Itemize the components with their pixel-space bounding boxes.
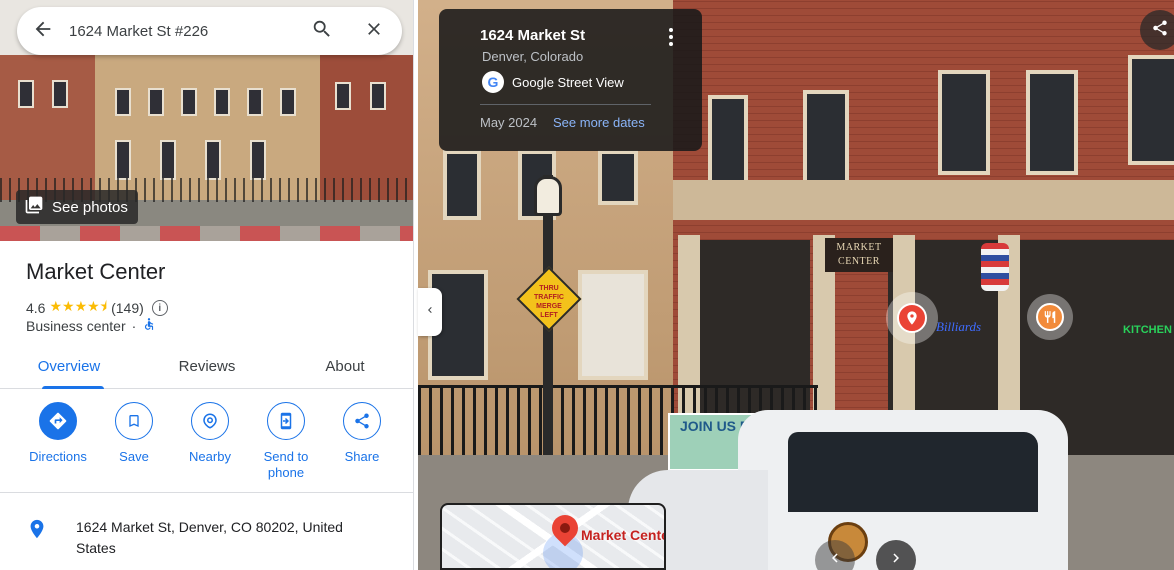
location-pin-icon: [897, 303, 927, 333]
send-to-phone-label: Send to phone: [263, 449, 309, 480]
sv-lantern: [981, 243, 1009, 291]
bookmark-icon: [115, 402, 153, 440]
directions-label: Directions: [29, 449, 87, 464]
sv-billiards-sign: Billiards: [936, 319, 982, 334]
section-divider: [0, 492, 413, 493]
sv-lamp: [534, 176, 562, 216]
hero-crosswalk: [0, 226, 413, 241]
chevron-left-icon: [424, 303, 436, 321]
sv-kitchen-sign: KITCHEN: [1123, 324, 1172, 336]
hero-window: [52, 80, 68, 108]
google-logo-icon: G: [482, 71, 504, 93]
sv-card-title: 1624 Market St: [480, 27, 586, 44]
action-buttons: Directions Save Nearby Send to phone Sha…: [20, 402, 400, 481]
hero-window: [115, 88, 131, 116]
arrow-left-icon: [32, 18, 54, 45]
info-icon[interactable]: i: [151, 300, 168, 316]
place-title: Market Center: [26, 259, 166, 284]
source-label: Google Street View: [512, 74, 624, 90]
street-view-minimap[interactable]: Market Cente: [440, 503, 666, 570]
see-photos-label: See photos: [52, 198, 128, 216]
category-row: Business center ·: [26, 317, 156, 334]
google-street-view-source: G Google Street View: [482, 71, 624, 93]
restaurant-marker[interactable]: [1027, 294, 1073, 340]
rating-value: 4.6: [26, 300, 46, 316]
save-label: Save: [119, 449, 149, 464]
back-button[interactable]: [17, 7, 69, 55]
tab-reviews[interactable]: Reviews: [138, 345, 276, 388]
share-button[interactable]: Share: [324, 402, 400, 481]
hero-window: [181, 88, 197, 116]
share-icon: [343, 402, 381, 440]
sv-market-center-sign-text: MARKET CENTER: [836, 242, 882, 267]
chevron-right-icon: [887, 549, 905, 570]
hero-window: [280, 88, 296, 116]
place-category[interactable]: Business center: [26, 318, 126, 334]
save-button[interactable]: Save: [96, 402, 172, 481]
see-photos-button[interactable]: See photos: [16, 190, 138, 224]
location-pin-icon: [26, 518, 48, 559]
hero-window: [247, 88, 263, 116]
photo-library-icon: [24, 195, 44, 219]
see-more-dates-link[interactable]: See more dates: [553, 115, 645, 130]
nearby-icon: [191, 402, 229, 440]
sv-window: [938, 70, 990, 175]
sv-cornice: [673, 180, 1174, 220]
category-separator: ·: [131, 317, 137, 334]
sv-storefront: [578, 270, 648, 380]
hero-window: [18, 80, 34, 108]
send-to-phone-icon: [267, 402, 305, 440]
place-marker[interactable]: [886, 292, 938, 344]
nearby-label: Nearby: [189, 449, 231, 464]
directions-button[interactable]: Directions: [20, 402, 96, 481]
hero-storefront: [115, 140, 131, 180]
collapse-panel-button[interactable]: [418, 288, 442, 336]
share-label: Share: [344, 449, 380, 464]
review-count[interactable]: (149): [111, 300, 144, 316]
close-icon: [364, 19, 384, 44]
address-text: 1624 Market St, Denver, CO 80202, United…: [76, 519, 343, 556]
hero-storefront: [205, 140, 221, 180]
search-box: [17, 7, 402, 55]
clear-search-button[interactable]: [348, 7, 400, 55]
sv-window: [598, 150, 638, 205]
sv-window: [708, 95, 748, 185]
hero-window: [335, 82, 351, 110]
search-icon: [311, 18, 333, 45]
hero-storefront: [160, 140, 176, 180]
hero-window: [148, 88, 164, 116]
place-tabs: Overview Reviews About: [0, 345, 413, 389]
hero-window: [214, 88, 230, 116]
restaurant-icon: [1036, 303, 1064, 331]
sv-truck-window: [788, 432, 1038, 512]
place-panel: See photos Market Center 4.6 ★★★★⯨ (149)…: [0, 0, 414, 570]
search-input[interactable]: [69, 7, 296, 55]
sv-window: [443, 150, 481, 220]
wheelchair-icon: [142, 317, 156, 334]
hero-storefront: [250, 140, 266, 180]
street-view-share-button[interactable]: [1140, 10, 1174, 50]
tab-overview[interactable]: Overview: [0, 345, 138, 389]
directions-icon: [39, 402, 77, 440]
tab-about[interactable]: About: [276, 345, 413, 388]
sv-traffic-sign-text: THRU TRAFFIC MERGE LEFT: [534, 285, 564, 319]
sv-card-subtitle: Denver, Colorado: [482, 49, 584, 64]
street-view-info-card: 1624 Market St Denver, Colorado G Google…: [439, 9, 702, 151]
sv-market-center-sign: MARKET CENTER: [825, 238, 893, 272]
minimap-label: Market Cente: [581, 527, 666, 543]
search-button[interactable]: [296, 7, 348, 55]
sv-window: [803, 90, 849, 185]
card-divider: [480, 104, 651, 105]
sv-window: [1128, 55, 1174, 165]
share-icon: [1151, 19, 1169, 42]
more-options-icon[interactable]: [662, 25, 680, 49]
hero-window: [370, 82, 386, 110]
nearby-button[interactable]: Nearby: [172, 402, 248, 481]
capture-date: May 2024: [480, 115, 538, 130]
sv-window: [1026, 70, 1078, 175]
send-to-phone-button[interactable]: Send to phone: [248, 402, 324, 481]
address-row[interactable]: 1624 Market St, Denver, CO 80202, United…: [26, 517, 376, 559]
chevron-left-icon: [826, 549, 844, 570]
